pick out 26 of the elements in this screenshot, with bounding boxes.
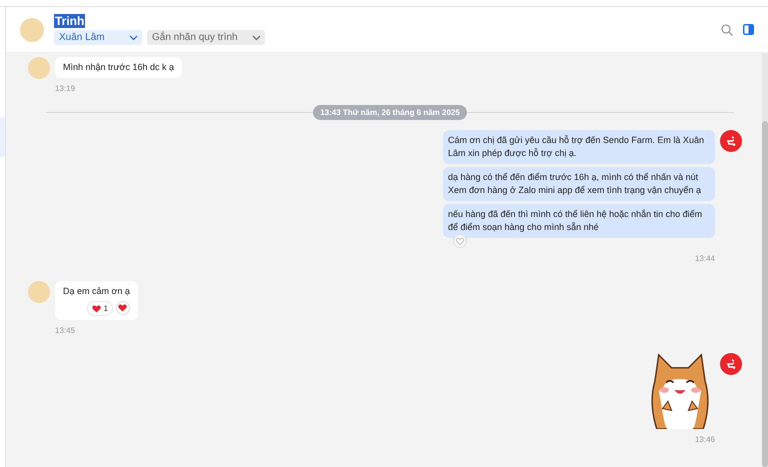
heart-icon	[92, 304, 102, 312]
reaction-count[interactable]: 1	[87, 301, 113, 316]
date-separator: 13:43 Thứ năm, 26 tháng 6 năm 2025	[313, 105, 467, 120]
side-panel-icon[interactable]	[743, 24, 754, 35]
logo-icon	[725, 135, 737, 147]
heart-icon	[118, 304, 128, 312]
search-icon[interactable]	[721, 24, 733, 36]
scrollbar[interactable]	[762, 53, 768, 467]
label-dropdown[interactable]: Gắn nhãn quy trình	[147, 30, 265, 45]
message-text: dạ hàng có thể đến điểm trước 16h ạ, mình có thể nhấn và nút Xem đơn hàng ở Zalo mini app để xem tình trạng vận chuyển ạ	[448, 172, 701, 195]
assignee-dropdown[interactable]: Xuân Lâm	[54, 30, 142, 45]
caret-icon	[129, 34, 138, 40]
message-text: Cám ơn chị đã gửi yêu cầu hỗ trợ đến Sendo Farm. Em là Xuân Lâm xin phép được hỗ trợ chị ạ.	[448, 135, 704, 158]
message-text: Dạ em cảm ơn ạ	[63, 286, 130, 296]
message-time: 13:44	[694, 254, 715, 263]
message-text: Mình nhận trước 16h dc k ạ	[63, 62, 174, 72]
message-time: 13:46	[694, 435, 715, 444]
contact-avatar	[20, 18, 44, 42]
message-time: 13:19	[55, 84, 76, 93]
message-text: nếu hàng đã đến thì mình có thể liên hệ hoặc nhắn tin cho điểm để điểm soạn hàng cho mình sẵn nhé	[448, 209, 702, 232]
contact-name: Trinh	[54, 14, 86, 28]
heart-icon	[456, 238, 464, 244]
react-button[interactable]	[116, 301, 130, 315]
caret-icon	[252, 34, 261, 40]
logo-icon	[725, 358, 737, 370]
message-time: 13:45	[55, 326, 76, 335]
